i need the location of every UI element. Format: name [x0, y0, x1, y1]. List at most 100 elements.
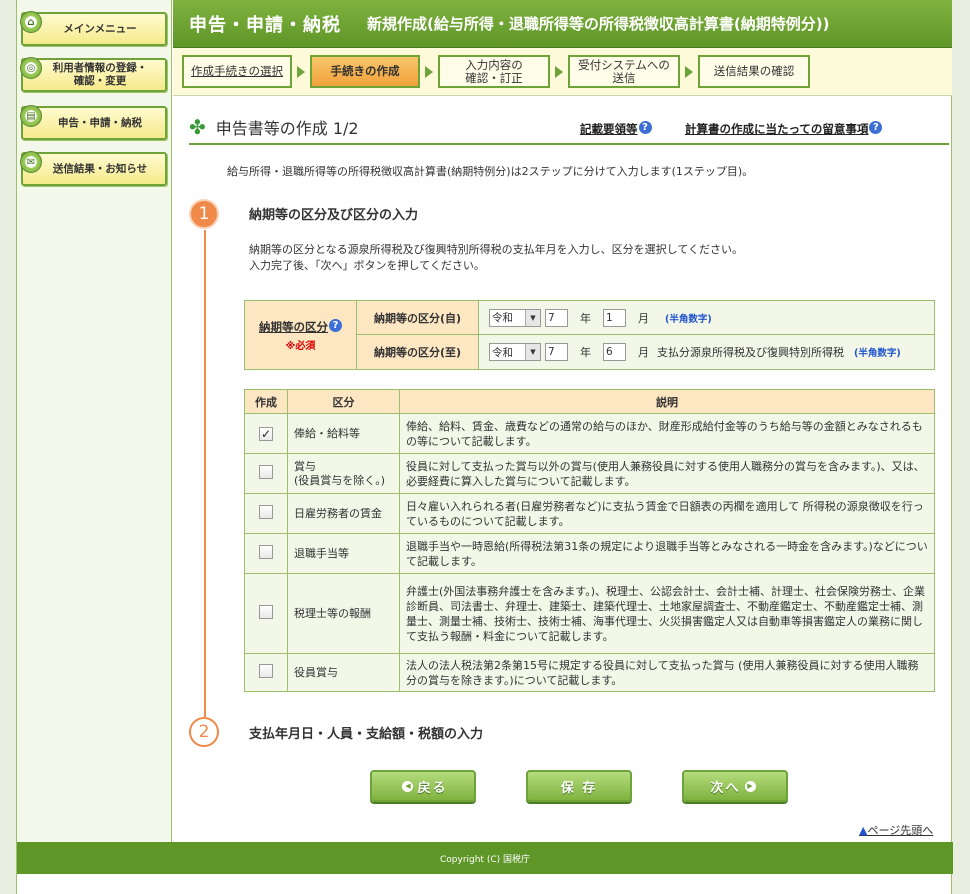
- input-hint: (半角数字): [665, 313, 712, 325]
- column-header-category: 区分: [287, 389, 400, 414]
- back-button[interactable]: ◀ 戻る: [370, 770, 476, 802]
- intro-text: 給与所得・退職所得等の所得税徴収高計算書(納期特例分)は2ステップに分けて入力し…: [227, 165, 754, 178]
- step-1-instructions: 納期等の区分となる源泉所得税及び復興特別所得税の支払年月を入力し、区分を選択して…: [249, 242, 743, 274]
- create-checkbox[interactable]: [259, 505, 273, 519]
- sidebar-item-filing[interactable]: ▤ 申告・申請・納税: [20, 105, 167, 140]
- table-cell-description: 法人の法人税法第2条第15号に規定する役員に対して支払った賞与 (使用人兼務役員…: [399, 653, 935, 692]
- button-label: 次へ: [710, 780, 741, 796]
- step-1-number: 1: [189, 199, 219, 229]
- year-input-to[interactable]: 7: [545, 343, 568, 361]
- title-divider: [189, 143, 949, 145]
- month-unit: 月: [638, 311, 649, 325]
- help-link-label: 記載要領等: [580, 122, 638, 136]
- create-checkbox[interactable]: [259, 664, 273, 678]
- period-to-label: 納期等の区分(至): [357, 335, 479, 369]
- question-icon[interactable]: ?: [329, 318, 342, 332]
- sidebar-item-label: 申告・申請・納税: [58, 116, 142, 129]
- table-row: 税理士等の報酬 弁護士(外国法事務弁護士を含みます。)、税理士、公認会計士、会計士…: [244, 573, 935, 654]
- table-cell-category: 役員賞与: [287, 653, 400, 692]
- step-results: 送信結果の確認: [698, 55, 810, 88]
- year-input-from[interactable]: 7: [545, 308, 568, 327]
- instruction-line: 納期等の区分となる源泉所得税及び復興特別所得税の支払年月を入力し、区分を選択して…: [249, 243, 744, 256]
- save-button[interactable]: 保 存: [526, 770, 632, 802]
- progress-steps: 作成手続きの選択 手続きの作成 入力内容の 確認・訂正 受付システムへの 送信 …: [173, 48, 952, 96]
- help-link-notes[interactable]: 計算書の作成に当たっての留意事項?: [685, 121, 883, 137]
- month-input-from[interactable]: 1: [603, 308, 626, 327]
- step-arrow-icon: [685, 66, 693, 78]
- table-row: 役員賞与 法人の法人税法第2条第15号に規定する役員に対して支払った賞与 (使用人…: [244, 653, 935, 692]
- table-row: 日雇労務者の賃金 日々雇い入れられる者(日雇労務者など)に支払う賃金で日額表の丙欄…: [244, 493, 935, 534]
- table-row: 賞与 (役員賞与を除く。) 役員に対して支払った賞与以外の賞与(使用人兼務役員に対…: [244, 453, 935, 494]
- era-value: 令和: [492, 312, 513, 324]
- period-table: 納期等の区分? ※必須 納期等の区分(自) 令和 ▼ 7 年 1 月 (半角数字)…: [244, 300, 935, 370]
- step-select-procedure[interactable]: 作成手続きの選択: [182, 55, 292, 88]
- mail-icon: ✉: [20, 151, 42, 173]
- table-row: 退職手当等 退職手当や一時恩給(所得税法第31条の規定により退職手当等とみなされる…: [244, 533, 935, 574]
- create-checkbox[interactable]: ✓: [259, 426, 273, 441]
- instruction-line: 入力完了後、「次へ」ボタンを押してください。: [249, 259, 485, 272]
- era-select-to[interactable]: 令和 ▼: [489, 343, 541, 361]
- sidebar: ⌂ メインメニュー ◎ 利用者情報の登録・ 確認・変更 ▤ 申告・申請・納税 ✉…: [17, 0, 172, 842]
- header-subtitle: 新規作成(給与所得・退職所得等の所得税徴収高計算書(納期特例分)): [367, 15, 830, 33]
- period-from-values: 令和 ▼ 7 年 1 月 (半角数字): [479, 301, 934, 334]
- column-header-description: 説明: [399, 389, 935, 414]
- page-header: 申告・申請・納税 新規作成(給与所得・退職所得等の所得税徴収高計算書(納期特例分…: [173, 0, 952, 48]
- next-button[interactable]: 次へ ▶: [682, 770, 788, 802]
- step-arrow-icon: [425, 66, 433, 78]
- create-checkbox[interactable]: [259, 605, 273, 619]
- table-cell-create: [244, 573, 288, 654]
- year-unit: 年: [580, 311, 591, 325]
- table-cell-create: [244, 653, 288, 692]
- period-from-label: 納期等の区分(自): [357, 301, 479, 334]
- table-cell-description: 俸給、給料、賃金、歳費などの通常の給与のほか、財産形成給付金等のうち給与等の金額…: [399, 413, 935, 454]
- era-select-from[interactable]: 令和 ▼: [489, 308, 541, 327]
- help-link-guide[interactable]: 記載要領等?: [580, 121, 652, 137]
- sidebar-item-results[interactable]: ✉ 送信結果・お知らせ: [20, 151, 167, 186]
- sidebar-item-label: 利用者情報の登録・ 確認・変更: [52, 62, 148, 87]
- table-row: ✓ 俸給・給料等 俸給、給料、賃金、歳費などの通常の給与のほか、財産形成給付金等のう…: [244, 413, 935, 454]
- step-2-number: 2: [189, 717, 219, 747]
- chevron-down-icon: ▼: [525, 309, 540, 326]
- table-cell-category: 日雇労務者の賃金: [287, 493, 400, 534]
- sidebar-item-main-menu[interactable]: ⌂ メインメニュー: [20, 11, 167, 46]
- clover-icon: ✤: [189, 115, 206, 139]
- period-note: 支払分源泉所得税及び復興特別所得税: [657, 346, 844, 359]
- table-cell-create: ✓: [244, 413, 288, 454]
- month-input-to[interactable]: 6: [603, 343, 626, 361]
- month-unit: 月: [638, 346, 649, 359]
- house-icon: ⌂: [20, 11, 42, 33]
- step-send: 受付システムへの 送信: [568, 55, 680, 88]
- period-help-link[interactable]: 納期等の区分: [259, 320, 328, 334]
- sidebar-item-label: メインメニュー: [63, 22, 137, 35]
- step-arrow-icon: [297, 66, 305, 78]
- sidebar-item-label: 送信結果・お知らせ: [52, 162, 148, 175]
- era-value: 令和: [492, 346, 513, 359]
- step-connector: [204, 230, 206, 717]
- table-cell-description: 弁護士(外国法事務弁護士を含みます。)、税理士、公認会計士、会計士補、計理士、社…: [399, 573, 935, 654]
- step-confirm: 入力内容の 確認・訂正: [438, 55, 550, 88]
- button-label: 保 存: [560, 780, 598, 796]
- create-checkbox[interactable]: [259, 545, 273, 559]
- step-label: 手続きの作成: [330, 64, 400, 78]
- create-checkbox[interactable]: [259, 465, 273, 479]
- header-title: 申告・申請・納税: [189, 14, 341, 36]
- step-1-heading: 納期等の区分及び区分の入力: [249, 208, 419, 223]
- target-icon: ◎: [20, 57, 42, 79]
- main-content: ✤ 申告書等の作成 1/2 記載要領等? 計算書の作成に当たっての留意事項? 給…: [173, 97, 952, 842]
- year-unit: 年: [580, 346, 591, 359]
- table-cell-create: [244, 453, 288, 494]
- period-to-row: 納期等の区分(至) 令和 ▼ 7 年 6 月 支払分源泉所得税及び復興特別所得税 …: [357, 335, 934, 369]
- page-frame: ⌂ メインメニュー ◎ 利用者情報の登録・ 確認・変更 ▤ 申告・申請・納税 ✉…: [16, 0, 953, 894]
- table-cell-create: [244, 493, 288, 534]
- table-cell-description: 役員に対して支払った賞与以外の賞与(使用人兼務役員に対する使用人職務分の賞与を含…: [399, 453, 935, 494]
- question-icon: ?: [638, 121, 652, 134]
- column-header-create: 作成: [244, 389, 288, 414]
- sidebar-item-user-info[interactable]: ◎ 利用者情報の登録・ 確認・変更: [20, 57, 167, 92]
- step-label: 受付システムへの 送信: [578, 57, 670, 85]
- page-top-label: ページ先頭へ: [867, 824, 934, 837]
- page-top-link[interactable]: ▲ページ先頭へ: [859, 822, 933, 838]
- chevron-down-icon: ▼: [525, 344, 540, 360]
- step-number: 1: [198, 204, 210, 224]
- table-cell-description: 日々雇い入れられる者(日雇労務者など)に支払う賃金で日額表の丙欄を適用して 所得…: [399, 493, 935, 534]
- copyright-text: Copyright (C) 国税庁: [439, 854, 530, 865]
